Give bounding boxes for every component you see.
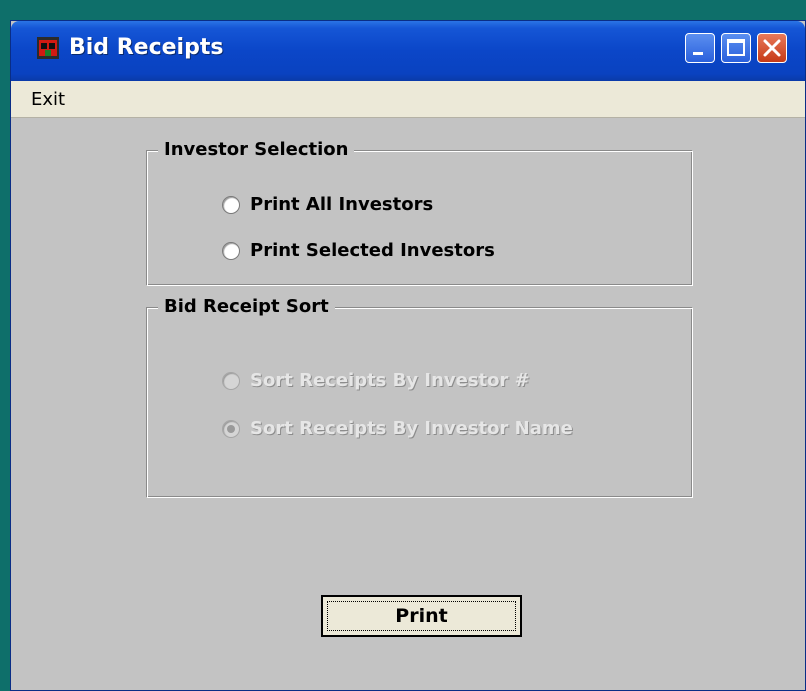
minimize-button[interactable] — [685, 33, 715, 63]
close-icon — [763, 39, 781, 57]
radio-label: Print All Investors — [250, 194, 434, 215]
menu-exit[interactable]: Exit — [31, 89, 65, 110]
minimize-icon — [693, 52, 703, 55]
radio-print-selected-investors[interactable]: Print Selected Investors — [222, 240, 495, 261]
window-title: Bid Receipts — [69, 35, 224, 60]
radio-icon — [222, 241, 240, 260]
radio-sort-by-investor-name[interactable]: Sort Receipts By Investor Name — [222, 418, 573, 439]
radio-icon — [222, 195, 240, 214]
radio-label: Print Selected Investors — [250, 240, 495, 261]
title-bar[interactable]: Bid Receipts — [11, 21, 805, 81]
bid-receipt-sort-label: Bid Receipt Sort — [158, 296, 335, 317]
maximize-icon — [727, 39, 745, 56]
radio-label: Sort Receipts By Investor # — [250, 370, 530, 391]
maximize-button[interactable] — [721, 33, 751, 63]
menu-bar: Exit — [11, 81, 805, 118]
investor-selection-label: Investor Selection — [158, 139, 355, 160]
radio-label: Sort Receipts By Investor Name — [250, 418, 573, 439]
bid-receipts-window: Bid Receipts Exit Investor Selection Pri… — [10, 20, 806, 691]
radio-icon — [222, 371, 240, 390]
close-button[interactable] — [757, 33, 787, 63]
app-icon — [37, 37, 59, 59]
bid-receipt-sort-group: Bid Receipt Sort Sort Receipts By Invest… — [147, 296, 693, 498]
radio-sort-by-investor-number[interactable]: Sort Receipts By Investor # — [222, 370, 530, 391]
investor-selection-group: Investor Selection Print All Investors P… — [147, 139, 693, 286]
focus-rectangle — [327, 601, 516, 631]
print-button[interactable]: Print — [321, 595, 522, 637]
radio-icon — [222, 419, 240, 438]
radio-print-all-investors[interactable]: Print All Investors — [222, 194, 433, 215]
